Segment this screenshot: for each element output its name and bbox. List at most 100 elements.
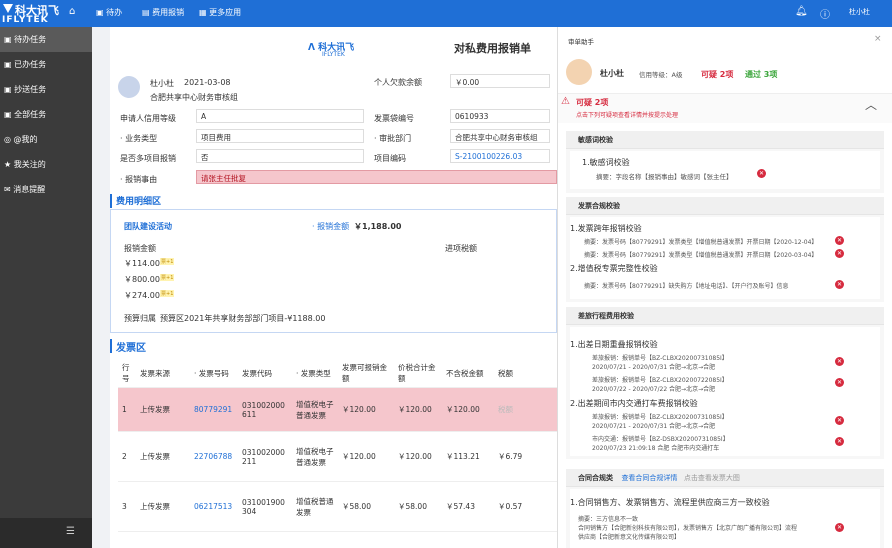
error-icon[interactable]: ✕	[835, 378, 844, 387]
nav-more-apps[interactable]: ▦ 更多应用	[199, 7, 241, 18]
reason-field[interactable]: 请张主任批复	[196, 170, 557, 184]
check-item-detail: 摘要：发票号码【80779291】缺失购方【地址电话】、【开户行及账号】信息	[584, 283, 789, 290]
invoice-badge[interactable]: 票+1	[160, 290, 175, 297]
check-item-detail: 摘要：发票号码【80779291】发票类型【增值税普通发票】开票日期【2020-…	[584, 252, 818, 259]
sidebar-item-cc[interactable]: ▣ 抄送任务	[0, 77, 92, 102]
user-name[interactable]: 杜小杜	[849, 7, 870, 17]
multiproject-field[interactable]: 否	[196, 149, 364, 163]
check-item-detail: 2020/07/22 - 2020/07/22 合肥→北京→合肥	[592, 386, 716, 393]
field-label-reason: · 报销事由	[120, 175, 158, 184]
invoice-section-title: 发票区	[110, 339, 146, 354]
doubt-count[interactable]: 可疑 2项	[701, 69, 733, 80]
contract-detail-link[interactable]: 查看合同合规详情	[621, 474, 677, 482]
amount-total: ￥1,188.00	[354, 222, 402, 231]
invoice-badge[interactable]: 票+1	[160, 258, 175, 265]
budget-label: 预算归属	[124, 314, 156, 323]
error-icon[interactable]: ✕	[835, 437, 844, 446]
table-row[interactable]: 3 上传发票 06217513 031001900304 增值税普通发票 ￥58…	[118, 481, 557, 532]
check-item-detail: 合同销售方【合肥新创科技有限公司】，发票销售方【北京广朗广播有限公司】流程	[578, 525, 798, 532]
field-label-multiproject: 是否多项目报销	[120, 154, 176, 163]
check-item-detail: 差旅报销：报销单号【BZ-CLBX20200731085I】	[592, 355, 728, 362]
error-icon[interactable]: ✕	[835, 416, 844, 425]
col-net: 不含税金额	[442, 359, 494, 388]
check-item-detail: 供应商【合肥新意文化传媒有限公司】	[578, 534, 681, 541]
group-title: 差旅行程费用校验	[566, 307, 884, 325]
top-bar: 科大讯飞 IFLYTEK ⌂ ▣ 待办 ▤ 费用报销 ▦ 更多应用 🔔︎ ⓘ 杜…	[0, 0, 892, 27]
collapse-menu-icon[interactable]: ☰	[66, 526, 75, 537]
invoice-image-hint[interactable]: 点击查看发票大图	[684, 474, 740, 482]
col-source: 发票来源	[136, 359, 190, 388]
chevron-up-icon[interactable]: ︿	[865, 96, 877, 113]
alert-bar[interactable]: ⚠ 可疑 2项 点击下列可疑项查看详情并按提示处理 ︿	[558, 93, 892, 123]
detail-row-3: ￥274.00	[124, 291, 160, 300]
budget-value: 预算区2021年共享财务部部门项目-¥1188.00	[160, 314, 326, 323]
check-item-name[interactable]: 1.合同销售方、发票销售方、流程里供应商三方一致校验	[570, 497, 770, 508]
group-title: 敏感词校验	[566, 131, 884, 149]
error-icon[interactable]: ✕	[835, 357, 844, 366]
nav-todo[interactable]: ▣ 待办	[96, 7, 122, 18]
check-item-detail: 摘要：发票号码【80779291】发票类型【增值税普通发票】开票日期【2020-…	[584, 239, 818, 246]
check-item-detail: 2020/07/21 - 2020/07/31 合肥→北京→合肥	[592, 423, 716, 430]
field-label-credit: 申请人信用等级	[120, 114, 176, 123]
biztype-field[interactable]: 项目费用	[196, 129, 364, 143]
check-group-invoice: 发票合规校验 1.发票跨年报销校验 摘要：发票号码【80779291】发票类型【…	[566, 197, 884, 302]
col-number: · 发票号码	[190, 359, 238, 388]
invoice-bag-field: 0610933	[450, 109, 550, 123]
invoice-badge[interactable]: 票+1	[160, 274, 175, 281]
home-icon[interactable]: ⌂	[69, 6, 75, 17]
form-brand-en: IFLYTEK	[322, 51, 345, 58]
check-item-name[interactable]: 1.发票跨年报销校验	[570, 223, 642, 234]
check-group-travel: 差旅行程费用校验 1.出差日期重叠报销校验 差旅报销：报销单号【BZ-CLBX2…	[566, 307, 884, 459]
form-title: 对私费用报销单	[454, 42, 531, 55]
help-icon[interactable]: ⓘ	[820, 6, 830, 21]
logo-mark-icon	[3, 4, 13, 13]
sidebar: ▣ 待办任务 ▣ 已办任务 ▣ 抄送任务 ▣ 全部任务 ◎ @我的 ★ 我关注的…	[0, 27, 92, 548]
detail-row-2: ￥800.00	[124, 275, 160, 284]
close-icon[interactable]: ×	[874, 34, 882, 44]
audit-assistant-panel: 审单助手 × 杜小杜 信用等级：A级 可疑 2项 通过 3项 ⚠ 可疑 2项 点…	[557, 27, 892, 548]
error-icon[interactable]: ✕	[835, 236, 844, 245]
nav-expense[interactable]: ▤ 费用报销	[142, 7, 184, 18]
alert-subtitle: 点击下列可疑项查看详情并按提示处理	[576, 112, 679, 119]
table-row[interactable]: 1 上传发票 80779291 031002000611 增值税电子普通发票 ￥…	[118, 387, 557, 432]
error-icon[interactable]: ✕	[835, 523, 844, 532]
check-item-name[interactable]: 2.增值税专票完整性校验	[570, 263, 658, 274]
logo-subtext: IFLYTEK	[2, 15, 49, 25]
col-available: 发票可报销金额	[338, 359, 394, 388]
col-code: 发票代码	[238, 359, 292, 388]
check-item-detail: 2020/07/23 21:09:18 合肥 合肥市内交通打车	[592, 445, 720, 452]
debt-field: ￥0.00	[450, 74, 550, 88]
check-item-name[interactable]: 1.出差日期重叠报销校验	[570, 339, 658, 350]
error-icon[interactable]: ✕	[835, 249, 844, 258]
error-icon[interactable]: ✕	[757, 169, 766, 178]
approval-dept-field[interactable]: 合肥共享中心财务审核组	[450, 129, 550, 143]
avatar	[118, 76, 140, 98]
avatar	[566, 59, 592, 85]
field-label-debt: 个人欠款余额	[374, 78, 422, 87]
sidebar-item-following[interactable]: ★ 我关注的	[0, 152, 92, 177]
expense-form: ᐱ 科大讯飞 IFLYTEK 对私费用报销单 杜小杜 2021-03-08 合肥…	[110, 27, 557, 548]
sidebar-item-messages[interactable]: ✉ 消息提醒	[0, 177, 92, 202]
bell-icon[interactable]: 🔔︎	[795, 6, 808, 17]
detail-section-title: 费用明细区	[110, 194, 161, 208]
sidebar-item-mentions[interactable]: ◎ @我的	[0, 127, 92, 152]
sidebar-item-todo[interactable]: ▣ 待办任务	[0, 27, 92, 52]
amount-label: · 报销金额	[312, 222, 350, 231]
check-item-detail: 摘要：三方信息不一致	[578, 516, 639, 523]
check-item-name[interactable]: 2.出差期间市内交通打车费报销校验	[570, 398, 698, 409]
brand-logo[interactable]: 科大讯飞 IFLYTEK	[2, 2, 64, 26]
project-code-field[interactable]: S-2100100226.03	[450, 149, 550, 163]
pass-count[interactable]: 通过 3项	[745, 69, 777, 80]
check-item-name[interactable]: 1.敏感词校验	[582, 157, 630, 168]
col-input-tax: 进项税额	[445, 244, 477, 253]
error-icon[interactable]: ✕	[835, 280, 844, 289]
sidebar-item-done[interactable]: ▣ 已办任务	[0, 52, 92, 77]
check-item-detail: 差旅报销：报销单号【BZ-CLBX20200731085I】	[592, 414, 728, 421]
table-row[interactable]: 2 上传发票 22706788 031002000211 增值税电子普通发票 ￥…	[118, 431, 557, 482]
check-item-detail: 市内交通：报销单号【BZ-DSBX20200731085I】	[592, 436, 729, 443]
field-label-biztype: · 业务类型	[120, 134, 158, 143]
group-title: 合同合规类	[578, 474, 613, 482]
sidebar-item-all[interactable]: ▣ 全部任务	[0, 102, 92, 127]
content-gutter	[92, 27, 110, 548]
applicant-dept: 合肥共享中心财务审核组	[150, 93, 238, 102]
